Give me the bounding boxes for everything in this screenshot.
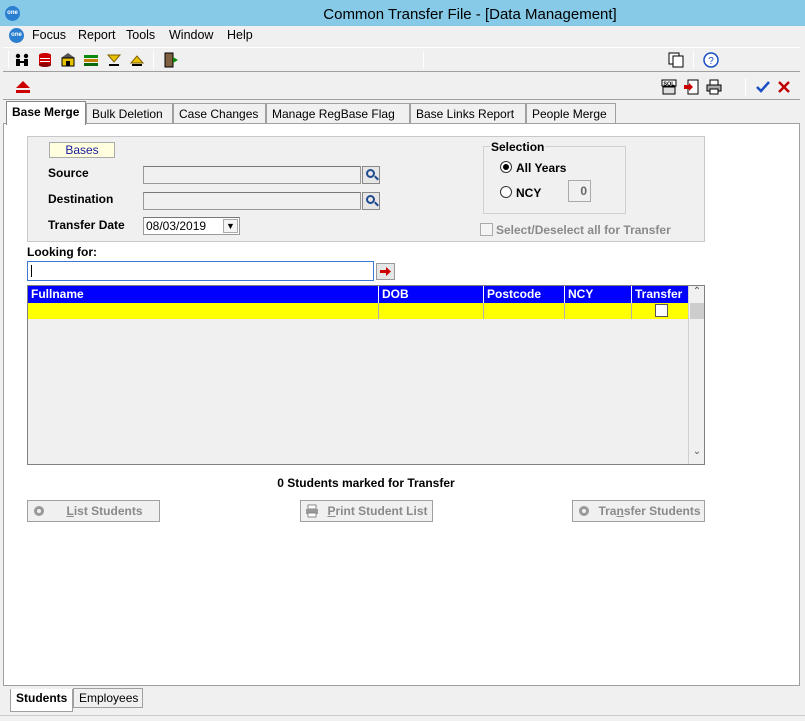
col-dob[interactable]: DOB: [379, 286, 484, 303]
print-student-list-button[interactable]: Print Student List: [300, 500, 433, 522]
radio-ncy-label: NCY: [516, 186, 542, 200]
eject-icon[interactable]: [15, 79, 31, 95]
print-icon[interactable]: [706, 79, 722, 95]
radio-all-years[interactable]: [500, 161, 512, 173]
tab-bulk-deletion[interactable]: Bulk Deletion: [86, 103, 173, 125]
main-toolbar: ?: [3, 47, 800, 72]
sql-icon[interactable]: SQL: [661, 79, 677, 95]
col-ncy[interactable]: NCY: [565, 286, 632, 303]
database-red-icon[interactable]: [37, 52, 53, 68]
looking-for-label: Looking for:: [27, 245, 97, 259]
transfer-date-value: 08/03/2019: [146, 219, 207, 233]
menu-logo-icon[interactable]: one: [9, 28, 24, 43]
copy-windows-icon[interactable]: [668, 52, 684, 68]
source-label: Source: [48, 166, 89, 180]
students-grid[interactable]: Fullname DOB Postcode NCY Transfer ⌃ ⌄: [27, 285, 705, 465]
books-icon[interactable]: [83, 52, 99, 68]
app-logo-icon[interactable]: one: [5, 6, 20, 21]
chevron-down-icon[interactable]: ▼: [223, 219, 238, 233]
grid-scrollbar[interactable]: ⌃ ⌄: [688, 286, 704, 464]
scroll-thumb[interactable]: [690, 303, 704, 319]
destination-search-button[interactable]: [362, 192, 380, 210]
tab-base-merge[interactable]: Base Merge: [6, 101, 86, 125]
col-transfer[interactable]: Transfer: [632, 286, 690, 303]
destination-label: Destination: [48, 192, 114, 206]
exit-door-icon[interactable]: [163, 52, 179, 68]
cancel-x-icon[interactable]: [776, 79, 792, 95]
people-icon[interactable]: [14, 52, 30, 68]
selection-title: Selection: [490, 140, 546, 154]
source-field[interactable]: [143, 166, 361, 184]
import-icon[interactable]: [683, 79, 699, 95]
menu-report[interactable]: Report: [78, 28, 116, 42]
selection-group: [483, 146, 626, 214]
transfer-students-button[interactable]: Transfer Students: [572, 500, 705, 522]
transfer-date-field[interactable]: 08/03/2019 ▼: [143, 217, 240, 235]
destination-field[interactable]: [143, 192, 361, 210]
source-search-button[interactable]: [362, 166, 380, 184]
menu-bar: one Focus Report Tools Window Help: [0, 26, 805, 46]
radio-all-years-label: All Years: [516, 161, 567, 175]
arrow-down-icon[interactable]: [106, 52, 122, 68]
transfer-checkbox[interactable]: [655, 304, 668, 317]
status-text: 0 Students marked for Transfer: [277, 476, 455, 490]
go-arrow-button[interactable]: [376, 263, 395, 280]
arrow-right-icon: [380, 267, 391, 276]
col-postcode[interactable]: Postcode: [484, 286, 565, 303]
tab-employees[interactable]: Employees: [73, 688, 143, 708]
status-bar: [0, 715, 805, 721]
col-fullname[interactable]: Fullname: [28, 286, 379, 303]
tab-case-changes[interactable]: Case Changes: [173, 103, 266, 125]
tab-base-links-report[interactable]: Base Links Report: [410, 103, 526, 125]
menu-help[interactable]: Help: [227, 28, 253, 42]
menu-focus[interactable]: Focus: [32, 28, 66, 42]
text-cursor: [31, 265, 32, 277]
menu-window[interactable]: Window: [169, 28, 213, 42]
help-icon[interactable]: ?: [703, 52, 719, 68]
radio-ncy[interactable]: [500, 186, 512, 198]
tab-people-merge[interactable]: People Merge: [526, 103, 616, 125]
looking-for-input[interactable]: [27, 261, 374, 281]
arrow-up-icon[interactable]: [129, 52, 145, 68]
scroll-down-icon[interactable]: ⌄: [690, 446, 704, 462]
transfer-date-label: Transfer Date: [48, 218, 125, 232]
ncy-value-field[interactable]: 0: [568, 180, 591, 202]
scroll-up-icon[interactable]: ⌃: [690, 286, 704, 302]
select-all-label: Select/Deselect all for Transfer: [496, 223, 671, 237]
bases-label: Bases: [49, 142, 115, 158]
confirm-check-icon[interactable]: [755, 79, 771, 95]
window-title: Common Transfer File - [Data Management]: [323, 6, 617, 23]
menu-tools[interactable]: Tools: [126, 28, 155, 42]
school-building-icon[interactable]: [60, 52, 76, 68]
grid-header: Fullname DOB Postcode NCY Transfer: [28, 286, 690, 303]
tab-students[interactable]: Students: [10, 689, 73, 712]
table-row[interactable]: [28, 303, 690, 319]
tab-manage-regbase-flag[interactable]: Manage RegBase Flag: [266, 103, 410, 125]
secondary-toolbar: SQL: [3, 74, 800, 100]
select-all-checkbox[interactable]: [480, 223, 493, 236]
svg-text:?: ?: [708, 56, 714, 67]
list-students-button[interactable]: List Students: [27, 500, 160, 522]
